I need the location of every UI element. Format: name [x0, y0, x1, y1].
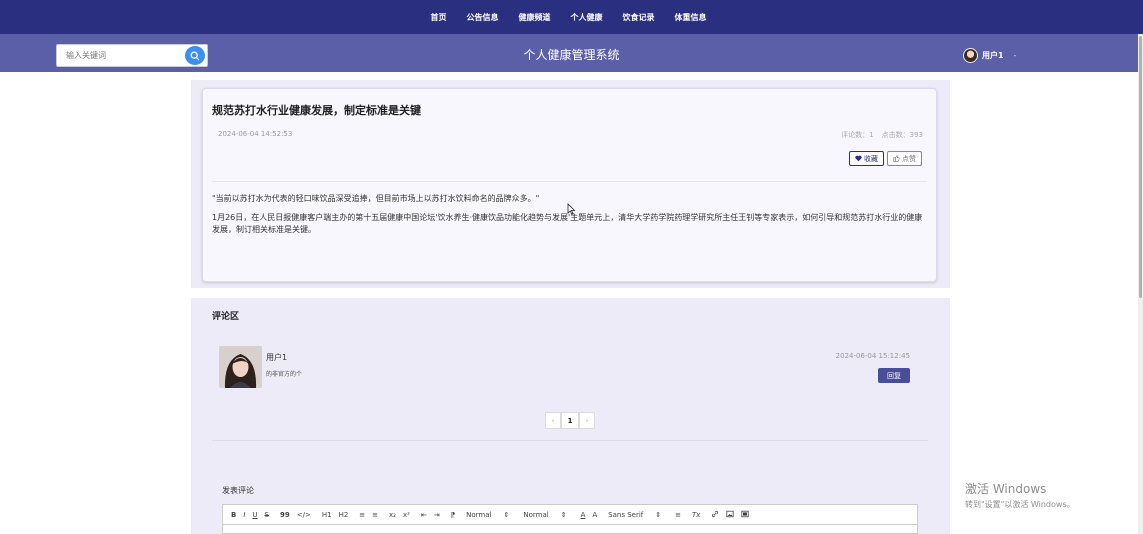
article-title: 规范苏打水行业健康发展，制定标准是关键 [212, 104, 421, 117]
nav-menu: 首页 公告信息 健康频道 个人健康 饮食记录 体重信息 [431, 12, 707, 23]
comment-section: 评论区 用户1 的非官方的个 2024-06-04 15:12:45 回复 ‹ … [191, 298, 950, 534]
commenter-avatar [219, 346, 262, 388]
user-name: 用户1 [982, 51, 1004, 60]
comment-time: 2024-06-04 15:12:45 [835, 352, 910, 360]
italic-button[interactable]: I [243, 511, 245, 519]
clear-format-button[interactable]: Tx [692, 511, 700, 519]
font-color-button[interactable]: A [581, 511, 586, 519]
comment-count: 评论数：1 [841, 131, 874, 139]
scrollbar-thumb[interactable] [1139, 36, 1142, 298]
like-button[interactable]: 点赞 [887, 151, 922, 166]
nav-item-weight-info[interactable]: 体重信息 [675, 12, 707, 23]
size-select[interactable]: Normal ⇕ [466, 511, 509, 519]
article-section: 规范苏打水行业健康发展，制定标准是关键 2024-06-04 14:52:53 … [191, 80, 950, 288]
pager-prev-button[interactable]: ‹ [545, 412, 561, 429]
size-select-value: Normal [466, 510, 492, 519]
select-arrow-icon: ⇕ [655, 510, 662, 519]
favorite-button[interactable]: 收藏 [849, 151, 884, 166]
commenter-name: 用户1 [266, 353, 288, 362]
header-select-value: Normal [523, 510, 549, 519]
article-date: 2024-06-04 14:52:53 [218, 130, 293, 138]
reply-button[interactable]: 回复 [878, 368, 910, 383]
top-navigation: 首页 公告信息 健康频道 个人健康 饮食记录 体重信息 [0, 0, 1143, 34]
post-comment-label: 发表评论 [222, 486, 254, 495]
outdent-button[interactable]: ⇤ [421, 511, 427, 519]
nav-item-home[interactable]: 首页 [431, 12, 447, 23]
underline-button[interactable]: U [252, 511, 257, 519]
thumbs-up-icon [893, 155, 900, 162]
nav-item-announcements[interactable]: 公告信息 [467, 12, 499, 23]
ordered-list-button[interactable]: ≡ [359, 511, 365, 519]
bold-button[interactable]: B [231, 511, 236, 519]
windows-activation-watermark: 激活 Windows 转到"设置"以激活 Windows。 [965, 480, 1075, 510]
article-paragraph: 1月26日，在人民日报健康客户端主办的第十五届健康中国论坛'饮水养生·健康饮品功… [212, 213, 923, 234]
header-select[interactable]: Normal ⇕ [523, 511, 566, 519]
subscript-button[interactable]: x₂ [389, 511, 396, 519]
user-avatar [963, 48, 978, 63]
nav-item-health-channel[interactable]: 健康频道 [519, 12, 551, 23]
select-arrow-icon: ⇕ [560, 510, 567, 519]
heart-icon [855, 155, 862, 162]
header2-button[interactable]: H2 [339, 511, 349, 519]
favorite-label: 收藏 [864, 154, 878, 163]
article-card: 规范苏打水行业健康发展，制定标准是关键 2024-06-04 14:52:53 … [202, 88, 937, 282]
comment-divider [212, 440, 928, 441]
header-bar: 个人健康管理系统 用户1 - [0, 34, 1143, 72]
comment-editor[interactable]: B I U S 99 </> H1 H2 ≡ ≡ x₂ x² ⇤ ⇥ ⁋ Nor… [222, 504, 918, 534]
rtl-button[interactable]: ⁋ [451, 511, 455, 519]
user-menu[interactable]: 用户1 - [963, 48, 1016, 63]
click-count: 点击数：393 [881, 131, 923, 139]
comment-section-title: 评论区 [212, 312, 240, 322]
font-select-value: Sans Serif [608, 510, 644, 519]
bullet-list-button[interactable]: ≡ [372, 511, 378, 519]
nav-item-personal-health[interactable]: 个人健康 [571, 12, 603, 23]
select-arrow-icon: ⇕ [503, 510, 510, 519]
watermark-line2: 转到"设置"以激活 Windows。 [965, 500, 1075, 509]
code-button[interactable]: </> [297, 511, 311, 519]
font-select[interactable]: Sans Serif ⇕ [608, 511, 661, 519]
image-icon[interactable] [726, 510, 735, 520]
pager-next-button[interactable]: › [579, 412, 595, 429]
quote-button[interactable]: 99 [280, 511, 290, 519]
align-button[interactable]: ≡ [675, 511, 681, 519]
article-stats: 评论数：1 点击数：393 [841, 130, 923, 140]
pager-page-1[interactable]: 1 [561, 412, 579, 429]
like-label: 点赞 [902, 154, 916, 163]
background-color-button[interactable]: A [592, 511, 597, 519]
mouse-cursor-icon [567, 203, 576, 215]
editor-toolbar: B I U S 99 </> H1 H2 ≡ ≡ x₂ x² ⇤ ⇥ ⁋ Nor… [223, 505, 917, 525]
chevron-down-icon: - [1013, 51, 1017, 60]
article-divider [212, 181, 927, 182]
article-actions: 收藏 点赞 [849, 151, 922, 166]
nav-item-diet-records[interactable]: 饮食记录 [623, 12, 655, 23]
superscript-button[interactable]: x² [403, 511, 410, 519]
pagination: ‹ 1 › [545, 412, 595, 429]
indent-button[interactable]: ⇥ [434, 511, 440, 519]
watermark-line1: 激活 Windows [965, 482, 1047, 496]
header1-button[interactable]: H1 [322, 511, 332, 519]
comment-text: 的非官方的个 [266, 371, 303, 378]
strike-button[interactable]: S [265, 511, 269, 519]
comment-item: 用户1 的非官方的个 2024-06-04 15:12:45 回复 [219, 346, 912, 390]
video-icon[interactable] [741, 510, 750, 520]
link-icon[interactable] [711, 510, 719, 520]
